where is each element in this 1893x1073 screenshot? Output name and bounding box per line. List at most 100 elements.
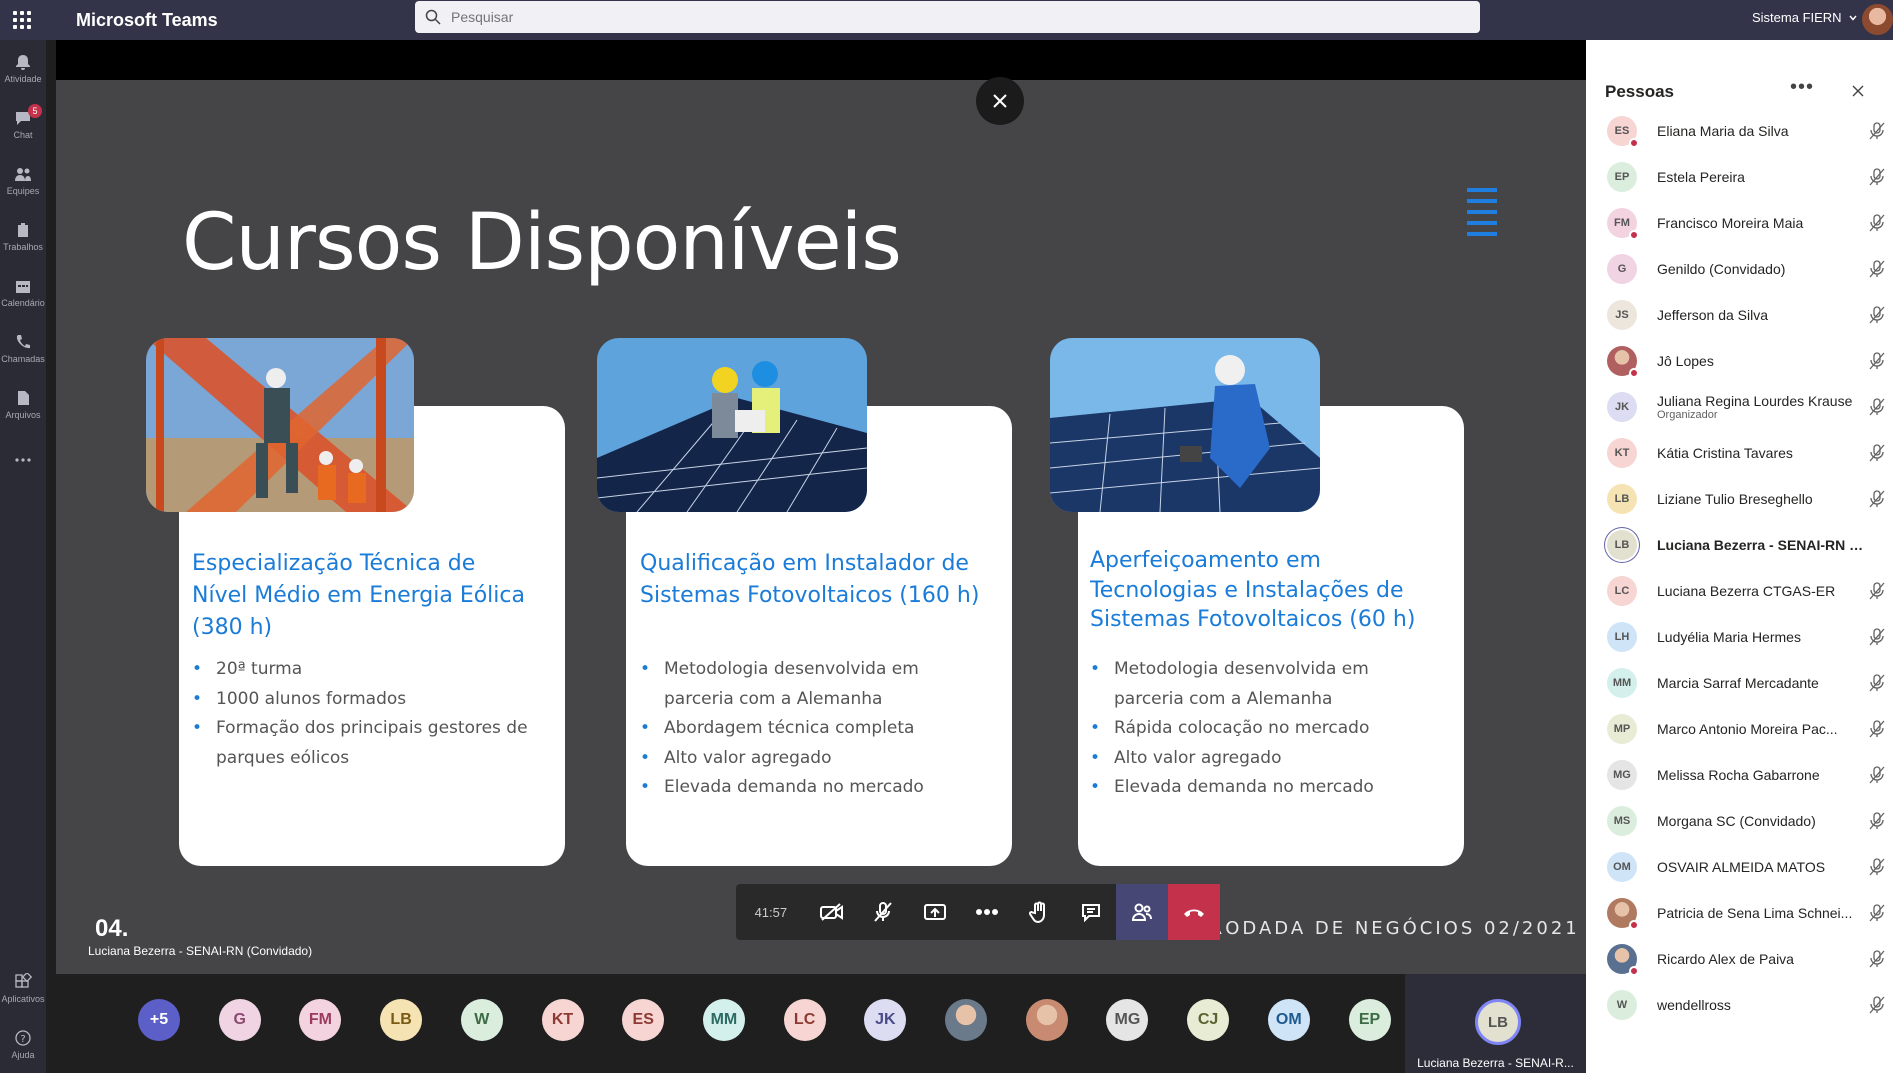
panel-close-button[interactable]: [1852, 84, 1864, 102]
avatar: KT: [1607, 438, 1637, 468]
participant-avatar[interactable]: W: [460, 999, 503, 1041]
participant-row[interactable]: Patricia de Sena Lima Schnei...: [1602, 889, 1887, 937]
rail-item-help[interactable]: ? Ajuda: [0, 1016, 46, 1072]
avatar: [1607, 898, 1639, 930]
participant-row[interactable]: JS Jefferson da Silva: [1602, 291, 1887, 339]
participant-row[interactable]: Wwendellross: [1602, 981, 1887, 1029]
rail-item-bell[interactable]: Atividade: [0, 40, 46, 96]
participant-row[interactable]: MG Melissa Rocha Gabarrone: [1602, 751, 1887, 799]
phone-icon: [16, 334, 30, 348]
search-box[interactable]: [415, 1, 1480, 33]
rail-item-label: Aplicativos: [1, 993, 45, 1004]
participant-row[interactable]: MM Marcia Sarraf Mercadante: [1602, 659, 1887, 707]
participant-avatar[interactable]: CJ: [1187, 999, 1230, 1041]
participant-role: Organizador: [1657, 409, 1718, 421]
participant-row[interactable]: EP Estela Pereira: [1602, 153, 1887, 201]
participant-row[interactable]: LC Luciana Bezerra CTGAS-ER: [1602, 567, 1887, 615]
participant-name: Jefferson da Silva: [1657, 307, 1769, 323]
chat-toggle-button[interactable]: [1065, 884, 1117, 940]
rail-item-label: Calendário: [1, 297, 45, 308]
participant-row[interactable]: MS Morgana SC (Convidado): [1602, 797, 1887, 845]
participant-avatar[interactable]: OM: [1267, 999, 1310, 1041]
avatar-initials: MS: [1613, 815, 1631, 827]
org-name: Sistema FIERN: [1752, 10, 1842, 25]
panel-more-button[interactable]: •••: [1790, 76, 1814, 99]
slide-number: 04.: [95, 915, 129, 942]
participant-row[interactable]: JK Juliana Regina Lourdes Krause Organizad…: [1602, 383, 1887, 431]
mic-off-icon: [874, 902, 893, 922]
profile-avatar[interactable]: [1862, 4, 1893, 35]
participant-name: Estela Pereira: [1657, 169, 1745, 185]
avatar-initials: LH: [1614, 631, 1630, 643]
presenter-tile[interactable]: LB Luciana Bezerra - SENAI-R...: [1405, 974, 1586, 1073]
participant-name: Kátia Cristina Tavares: [1657, 445, 1793, 461]
participant-avatar[interactable]: LC: [783, 999, 826, 1041]
participant-row[interactable]: FM Francisco Moreira Maia: [1602, 199, 1887, 247]
presence-busy-icon: [1629, 138, 1639, 148]
rail-item-teams[interactable]: Equipes: [0, 152, 46, 208]
mic-off-icon: [1868, 121, 1886, 146]
participant-row[interactable]: LB Luciana Bezerra - SENAI-RN (C...: [1602, 521, 1887, 569]
rail-item-files[interactable]: Arquivos: [0, 376, 46, 432]
participant-row[interactable]: LH Ludyélia Maria Hermes: [1602, 613, 1887, 661]
participant-avatar[interactable]: JK: [864, 999, 907, 1041]
leave-call-button[interactable]: [1168, 884, 1220, 940]
bullet-item: 1000 alunos formados: [192, 685, 542, 715]
participant-row[interactable]: MP Marco Antonio Moreira Pac...: [1602, 705, 1887, 753]
participant-row[interactable]: G Genildo (Convidado): [1602, 245, 1887, 293]
mic-off-icon: [1868, 627, 1886, 652]
avatar-initials: W: [1616, 999, 1628, 1011]
rail-item-assignments[interactable]: Trabalhos: [0, 208, 46, 264]
participant-avatar[interactable]: KT: [541, 999, 584, 1041]
course-card-bullets: Metodologia desenvolvida em parceria com…: [640, 655, 990, 803]
participant-avatar[interactable]: G: [218, 999, 261, 1041]
avatar: JS: [1607, 300, 1637, 330]
participant-avatar[interactable]: MM: [702, 999, 745, 1041]
participant-avatar[interactable]: ES: [622, 999, 665, 1041]
call-timer: 41:57: [754, 904, 788, 920]
avatar-initials: MM: [710, 1011, 738, 1028]
participant-avatar[interactable]: +5: [138, 999, 180, 1041]
camera-toggle-button[interactable]: [806, 884, 858, 940]
participant-row[interactable]: LB Liziane Tulio Breseghello: [1602, 475, 1887, 523]
participant-avatar[interactable]: FM: [299, 999, 342, 1041]
participant-row[interactable]: KT Kátia Cristina Tavares: [1602, 429, 1887, 477]
mic-off-icon: [1868, 213, 1886, 238]
rail-item-phone[interactable]: Chamadas: [0, 320, 46, 376]
participant-row[interactable]: Ricardo Alex de Paiva: [1602, 935, 1887, 983]
participant-avatar[interactable]: LB: [380, 999, 423, 1041]
participant-row[interactable]: ES Eliana Maria da Silva: [1602, 107, 1887, 155]
stop-viewing-button[interactable]: [976, 77, 1024, 125]
participant-avatar[interactable]: EP: [1348, 999, 1391, 1041]
search-input[interactable]: [451, 9, 1351, 25]
mic-off-icon: [1868, 397, 1886, 422]
participant-row[interactable]: Jô Lopes: [1602, 337, 1887, 385]
participant-name: OSVAIR ALMEIDA MATOS: [1657, 859, 1826, 875]
participant-name: Eliana Maria da Silva: [1657, 123, 1789, 139]
mic-toggle-button[interactable]: [858, 884, 910, 940]
participant-name: Genildo (Convidado): [1657, 261, 1786, 277]
participant-row[interactable]: OM OSVAIR ALMEIDA MATOS: [1602, 843, 1887, 891]
participant-avatar[interactable]: [1025, 999, 1068, 1041]
rail-item-apps[interactable]: Aplicativos: [0, 960, 46, 1016]
slide-menu-icon: [1467, 188, 1497, 243]
org-switcher[interactable]: Sistema FIERN: [1752, 10, 1858, 25]
avatar-initials: G: [233, 1011, 246, 1028]
participant-avatar[interactable]: MG: [1106, 999, 1149, 1041]
mic-off-icon: [1868, 581, 1886, 606]
participant-avatar[interactable]: [945, 999, 987, 1041]
participants-toggle-button[interactable]: [1116, 884, 1169, 940]
raise-hand-button[interactable]: [1013, 884, 1065, 940]
help-icon: ?: [15, 1029, 31, 1046]
avatar-initials: JS: [1615, 309, 1629, 321]
rail-item-chat[interactable]: Chat 5: [0, 96, 46, 152]
avatar-initials: +5: [149, 1011, 169, 1028]
rail-item-more[interactable]: [0, 432, 46, 488]
mic-off-icon: [1868, 719, 1886, 744]
presence-busy-icon: [1629, 230, 1639, 240]
rail-item-calendar[interactable]: Calendário: [0, 264, 46, 320]
app-launcher-icon[interactable]: [0, 0, 44, 40]
more-icon: [15, 458, 31, 462]
more-actions-button[interactable]: [961, 884, 1013, 940]
share-screen-button[interactable]: [909, 884, 961, 940]
